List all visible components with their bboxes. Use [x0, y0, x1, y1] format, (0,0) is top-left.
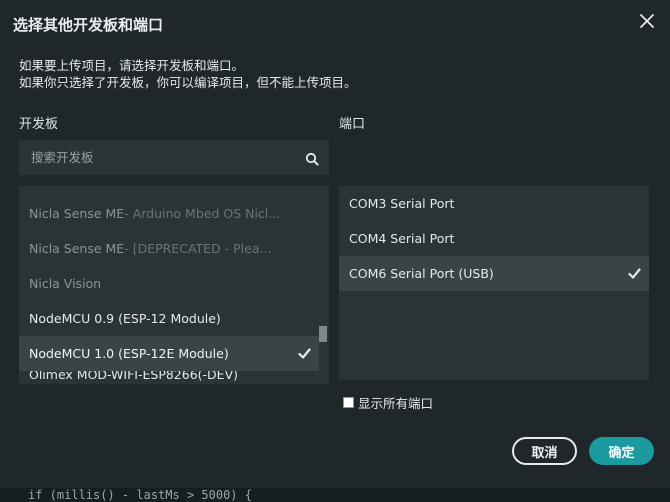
show-all-ports[interactable]: 显示所有端口 [343, 393, 433, 412]
board-list-scrollbar[interactable] [319, 326, 327, 342]
board-search [19, 140, 329, 175]
dialog-title: 选择其他开发板和端口 [13, 16, 164, 34]
board-item[interactable]: Nicla Sense ME - Arduino Mbed OS Nicl... [19, 196, 319, 231]
board-name: Nicla Vision [29, 276, 102, 291]
board-name: NodeMCU 1.0 (ESP-12E Module) [29, 346, 229, 361]
board-name: Nicla Sense ME [29, 206, 125, 221]
search-icon[interactable] [305, 151, 319, 166]
description-line-1: 如果要上传项目，请选择开发板和端口。 [19, 58, 245, 73]
board-item[interactable]: Nicla Vision [19, 266, 319, 301]
ports-label: 端口 [339, 117, 366, 132]
select-board-dialog: 选择其他开发板和端口 如果要上传项目，请选择开发板和端口。 如果你只选择了开发板… [0, 0, 670, 488]
board-item[interactable]: Nicla Sense ME - [DEPRECATED - Plea... [19, 231, 319, 266]
port-name: COM3 Serial Port [349, 196, 455, 211]
check-icon [298, 347, 311, 360]
port-name: COM6 Serial Port (USB) [349, 266, 494, 281]
description-line-2: 如果你只选择了开发板，你可以编译项目，但不能上传项目。 [19, 75, 357, 90]
port-item[interactable]: COM4 Serial Port [339, 221, 649, 256]
board-core-hint: - [DEPRECATED - Plea... [124, 241, 272, 256]
port-item[interactable]: COM3 Serial Port [339, 186, 649, 221]
board-list[interactable]: Nicla Sense ME - Arduino Mbed OS Nicl...… [19, 186, 329, 384]
port-item-selected[interactable]: COM6 Serial Port (USB) [339, 256, 649, 291]
port-list[interactable]: COM3 Serial Port COM4 Serial Port COM6 S… [339, 186, 649, 380]
show-all-ports-label: 显示所有端口 [358, 396, 434, 411]
board-name: Olimex MOD-WIFI-ESP8266(-DEV) [29, 371, 239, 382]
show-all-ports-checkbox[interactable] [343, 397, 354, 408]
check-icon [628, 267, 641, 280]
boards-label: 开发板 [19, 117, 59, 132]
background-code-line: if (millis() - lastMs > 5000) { [0, 488, 670, 502]
cancel-button[interactable]: 取消 [512, 437, 577, 465]
board-core-hint: - Arduino Mbed OS Nicl... [124, 206, 281, 221]
board-item-partial[interactable]: Olimex MOD-WIFI-ESP8266(-DEV) [19, 371, 319, 384]
board-name: NodeMCU 0.9 (ESP-12 Module) [29, 311, 221, 326]
port-name: COM4 Serial Port [349, 231, 455, 246]
board-search-input[interactable] [29, 149, 305, 166]
board-item[interactable]: NodeMCU 0.9 (ESP-12 Module) [19, 301, 319, 336]
dialog-description: 如果要上传项目，请选择开发板和端口。 如果你只选择了开发板，你可以编译项目，但不… [19, 57, 357, 91]
ok-button[interactable]: 确定 [589, 437, 654, 465]
board-name: Nicla Sense ME [29, 241, 125, 256]
close-icon[interactable] [638, 12, 656, 30]
board-item-selected[interactable]: NodeMCU 1.0 (ESP-12E Module) [19, 336, 319, 371]
